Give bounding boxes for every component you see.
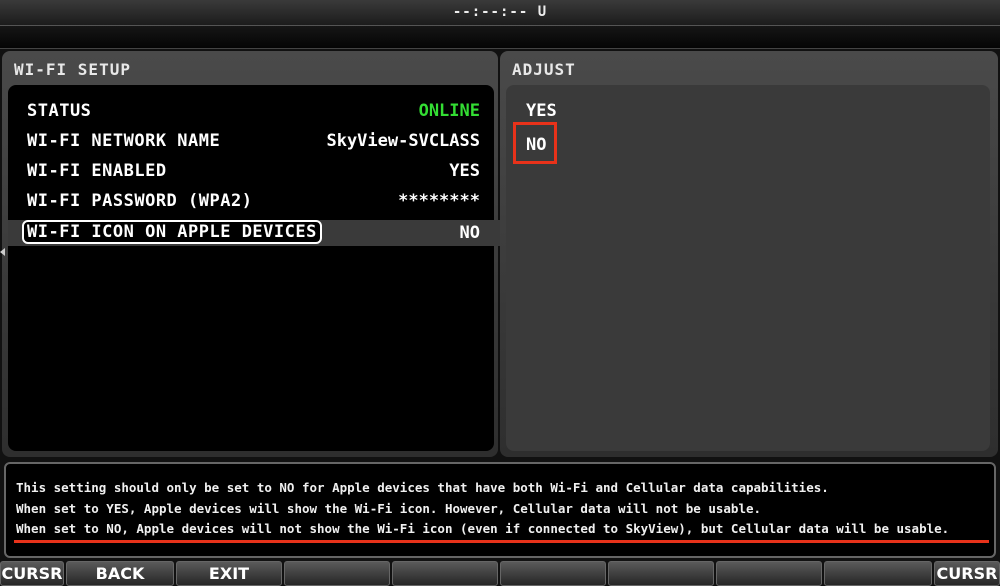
row-wifi-password[interactable]: WI-FI PASSWORD (WPA2) ******** bbox=[8, 188, 494, 214]
softkey-blank-8[interactable] bbox=[716, 561, 822, 586]
row-status[interactable]: STATUS ONLINE bbox=[8, 98, 494, 124]
secondary-bar bbox=[0, 26, 1000, 49]
row-label: WI-FI ENABLED bbox=[27, 161, 167, 181]
adjust-panel: ADJUST YES NO bbox=[500, 51, 998, 457]
wifi-setup-title: WI-FI SETUP bbox=[14, 60, 131, 79]
softkey-back[interactable]: BACK bbox=[66, 561, 174, 586]
row-label-selected: WI-FI ICON ON APPLE DEVICES bbox=[22, 220, 322, 244]
clock-readout: --:--:-- U bbox=[452, 4, 548, 20]
softkey-cursr-right[interactable]: CURSR bbox=[934, 561, 1000, 586]
adjust-title: ADJUST bbox=[512, 60, 576, 79]
softkey-blank-7[interactable] bbox=[608, 561, 714, 586]
top-status-bar: --:--:-- U bbox=[0, 0, 1000, 26]
softkey-bar: CURSR BACK EXIT CURSR bbox=[0, 561, 1000, 586]
left-scroll-arrow-icon bbox=[0, 248, 5, 256]
row-wifi-enabled[interactable]: WI-FI ENABLED YES bbox=[8, 158, 494, 184]
wifi-enabled-value: YES bbox=[449, 161, 480, 181]
network-name-value: SkyView-SVCLASS bbox=[326, 131, 480, 151]
softkey-blank-9[interactable] bbox=[824, 561, 932, 586]
wifi-icon-apple-value: NO bbox=[459, 223, 480, 243]
softkey-blank-4[interactable] bbox=[284, 561, 390, 586]
adjust-option-no[interactable]: NO bbox=[526, 135, 546, 155]
row-label: STATUS bbox=[27, 101, 92, 121]
softkey-exit[interactable]: EXIT bbox=[176, 561, 282, 586]
wifi-setup-list: STATUS ONLINE WI-FI NETWORK NAME SkyView… bbox=[8, 85, 508, 451]
row-label: WI-FI NETWORK NAME bbox=[27, 131, 221, 151]
help-underline bbox=[14, 540, 989, 543]
status-value: ONLINE bbox=[418, 101, 480, 121]
help-line: When set to NO, Apple devices will not s… bbox=[16, 521, 950, 536]
wifi-password-value: ******** bbox=[398, 191, 480, 211]
help-text-box: This setting should only be set to NO fo… bbox=[4, 462, 996, 558]
softkey-cursr-left[interactable]: CURSR bbox=[0, 561, 64, 586]
adjust-options: YES NO bbox=[506, 85, 990, 451]
softkey-blank-5[interactable] bbox=[392, 561, 498, 586]
adjust-option-yes[interactable]: YES bbox=[526, 101, 557, 121]
softkey-blank-6[interactable] bbox=[500, 561, 606, 586]
help-line: When set to YES, Apple devices will show… bbox=[16, 501, 762, 516]
help-line: This setting should only be set to NO fo… bbox=[16, 480, 829, 495]
row-label: WI-FI PASSWORD (WPA2) bbox=[27, 191, 253, 211]
wifi-setup-panel: WI-FI SETUP STATUS ONLINE WI-FI NETWORK … bbox=[2, 51, 508, 457]
row-network-name[interactable]: WI-FI NETWORK NAME SkyView-SVCLASS bbox=[8, 128, 494, 154]
row-wifi-icon-apple[interactable]: WI-FI ICON ON APPLE DEVICES NO bbox=[8, 220, 508, 246]
